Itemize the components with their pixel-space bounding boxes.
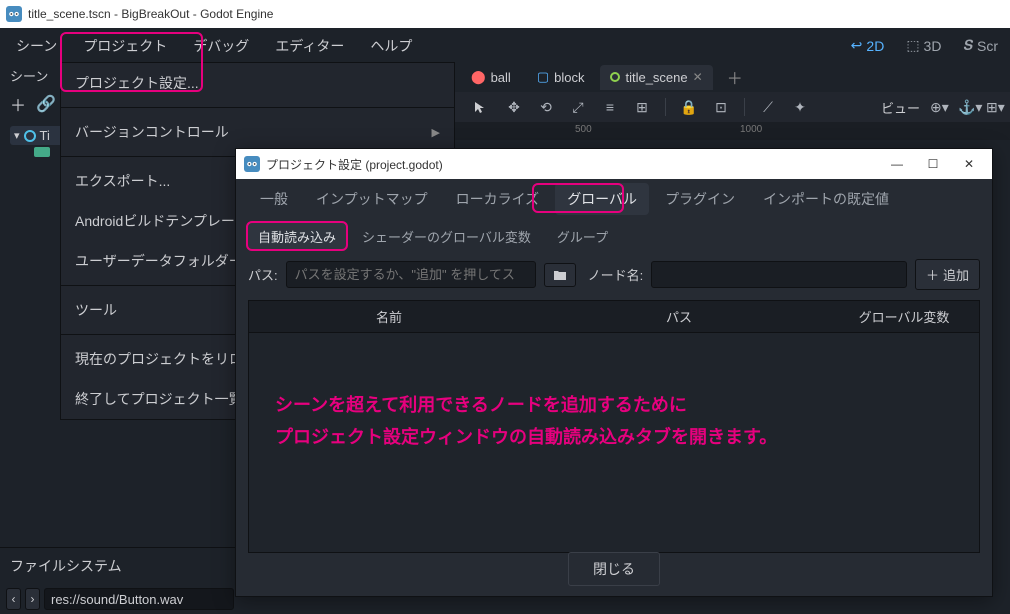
list-icon[interactable]: ≡	[601, 99, 619, 115]
anchor-icon[interactable]: ⚓▾	[958, 99, 976, 116]
unsaved-dot-icon	[610, 72, 620, 82]
editor-center: ⬤ball ▢block title_scene ✕ ＋ ✥ ⟲ ⤢ ≡ ⊞ 🔒…	[455, 62, 1010, 140]
back-button[interactable]: ‹	[6, 588, 21, 610]
move-tool-icon[interactable]: ✥	[505, 99, 523, 116]
rotate-tool-icon[interactable]: ⟲	[537, 99, 555, 116]
tree-node-label: Ti	[40, 128, 50, 143]
tab-global[interactable]: グローバル	[555, 183, 649, 215]
window-title: title_scene.tscn - BigBreakOut - Godot E…	[28, 7, 273, 21]
link-icon[interactable]: 🔗	[36, 94, 56, 114]
bone-icon[interactable]: ⟋	[759, 99, 777, 116]
menu-editor[interactable]: エディター	[265, 31, 354, 61]
scene-tabs: ⬤ball ▢block title_scene ✕ ＋	[455, 62, 1010, 92]
godot-icon	[244, 156, 260, 172]
filesystem-title[interactable]: ファイルシステム	[0, 547, 240, 584]
godot-icon	[6, 6, 22, 22]
os-titlebar: title_scene.tscn - BigBreakOut - Godot E…	[0, 0, 1010, 28]
grid-snap-icon[interactable]: ⊞▾	[986, 99, 1004, 116]
path-label: パス:	[248, 265, 278, 284]
subtab-shader-globals[interactable]: シェーダーのグローバル変数	[352, 222, 541, 251]
forward-button[interactable]: ›	[25, 588, 40, 610]
lock-icon[interactable]: 🔒	[680, 99, 698, 116]
autoload-path-row: パス: ノード名: ＋追加	[236, 253, 992, 296]
group-icon[interactable]: ⊡	[712, 99, 730, 116]
node-name-input[interactable]	[651, 261, 907, 288]
tab-import-defaults[interactable]: インポートの既定値	[751, 183, 901, 215]
select-tool-icon[interactable]	[473, 100, 491, 114]
annotation-text: シーンを超えて利用できるノードを追加するために プロジェクト設定ウィンドウの自動…	[275, 389, 777, 454]
autoload-table-body: シーンを超えて利用できるノードを追加するために プロジェクト設定ウィンドウの自動…	[248, 333, 980, 553]
menu-item-project-settings[interactable]: プロジェクト設定...	[61, 63, 454, 103]
menubar: シーン プロジェクト デバッグ エディター ヘルプ ↩ 2D ⬚ 3D 𝑺 Sc…	[0, 28, 1010, 63]
dialog-title: プロジェクト設定 (project.godot)	[266, 156, 443, 173]
subtab-group[interactable]: グループ	[547, 222, 618, 251]
scene-tab-ball[interactable]: ⬤ball	[461, 64, 521, 90]
dialog-tabs: 一般 インプットマップ ローカライズ グローバル プラグイン インポートの既定値	[236, 179, 992, 219]
mode-3d-button[interactable]: ⬚ 3D	[900, 33, 947, 58]
snap-icon[interactable]: ✦	[791, 99, 809, 116]
new-tab-button[interactable]: ＋	[719, 61, 751, 93]
close-window-button[interactable]: ✕	[954, 157, 984, 171]
filesystem-path-input[interactable]	[44, 588, 234, 610]
tab-general[interactable]: 一般	[248, 183, 300, 215]
ruler-tool-icon[interactable]: ⊞	[633, 99, 651, 116]
tab-localize[interactable]: ローカライズ	[444, 183, 552, 215]
maximize-button[interactable]: ☐	[918, 157, 948, 171]
add-icon[interactable]: ⊕▾	[930, 99, 948, 116]
scene-tab-block[interactable]: ▢block	[527, 64, 595, 90]
filesystem-panel: ファイルシステム ‹ ›	[0, 547, 240, 614]
scene-tab-title-scene[interactable]: title_scene ✕	[600, 65, 712, 90]
mode-script-button[interactable]: 𝑺 Scr	[957, 33, 1004, 58]
path-input[interactable]	[286, 261, 536, 288]
editor-toolbar: ✥ ⟲ ⤢ ≡ ⊞ 🔒 ⊡ ⟋ ✦ ビュー ⊕▾ ⚓▾ ⊞▾	[455, 92, 1010, 122]
tab-plugin[interactable]: プラグイン	[653, 183, 747, 215]
menu-debug[interactable]: デバッグ	[183, 31, 259, 61]
tab-input-map[interactable]: インプットマップ	[304, 183, 440, 215]
dialog-titlebar[interactable]: プロジェクト設定 (project.godot) — ☐ ✕	[236, 149, 992, 179]
minimize-button[interactable]: —	[882, 157, 912, 171]
mode-2d-button[interactable]: ↩ 2D	[845, 33, 891, 58]
menu-project[interactable]: プロジェクト	[73, 31, 177, 61]
ruler: 500 1000	[455, 122, 1010, 140]
node2d-icon	[24, 130, 36, 142]
script-icon	[34, 147, 50, 157]
view-menu[interactable]: ビュー	[881, 98, 920, 117]
chevron-right-icon: ▶	[432, 126, 440, 139]
col-path: パス	[529, 307, 829, 326]
node-name-label: ノード名:	[588, 265, 644, 284]
close-tab-icon[interactable]: ✕	[693, 70, 703, 84]
dialog-subtabs: 自動読み込み シェーダーのグローバル変数 グループ	[236, 219, 992, 253]
col-name: 名前	[249, 307, 529, 326]
browse-folder-button[interactable]	[544, 263, 576, 287]
subtab-autoload[interactable]: 自動読み込み	[248, 222, 346, 251]
scale-tool-icon[interactable]: ⤢	[569, 99, 587, 116]
autoload-table-header: 名前 パス グローバル変数	[248, 300, 980, 333]
project-settings-dialog: プロジェクト設定 (project.godot) — ☐ ✕ 一般 インプットマ…	[235, 148, 993, 597]
menu-scene[interactable]: シーン	[6, 31, 67, 61]
menu-item-version-control[interactable]: バージョンコントロール▶	[61, 112, 454, 152]
add-node-icon[interactable]: ＋	[10, 92, 26, 116]
col-global-var: グローバル変数	[829, 307, 979, 326]
menu-help[interactable]: ヘルプ	[360, 31, 422, 61]
dialog-close-button[interactable]: 閉じる	[568, 552, 660, 586]
add-button[interactable]: ＋追加	[915, 259, 980, 290]
